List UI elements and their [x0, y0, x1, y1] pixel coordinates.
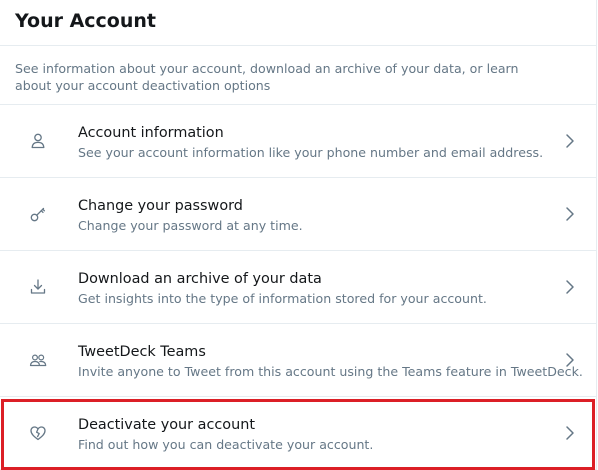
deactivate-account-item[interactable]: Deactivate your account Find out how you…: [0, 397, 596, 470]
item-description: Invite anyone to Tweet from this account…: [78, 364, 583, 379]
key-icon: [29, 205, 47, 223]
broken-heart-icon: [29, 424, 47, 442]
item-title: Deactivate your account: [78, 417, 255, 433]
item-title: Download an archive of your data: [78, 271, 322, 287]
tweetdeck-teams-item[interactable]: TweetDeck Teams Invite anyone to Tweet f…: [0, 324, 596, 397]
page-title: Your Account: [15, 9, 156, 32]
item-description: See your account information like your p…: [78, 145, 544, 160]
chevron-right-icon: [565, 279, 575, 295]
item-description: Find out how you can deactivate your acc…: [78, 437, 374, 452]
download-icon: [29, 278, 47, 296]
item-description: Get insights into the type of informatio…: [78, 291, 487, 306]
intro-text: See information about your account, down…: [0, 46, 596, 105]
item-description: Change your password at any time.: [78, 218, 303, 233]
account-settings-panel: Your Account See information about your …: [0, 0, 597, 470]
person-icon: [29, 132, 47, 150]
item-title: TweetDeck Teams: [78, 344, 206, 360]
panel-header: Your Account: [0, 0, 596, 46]
chevron-right-icon: [565, 206, 575, 222]
chevron-right-icon: [565, 133, 575, 149]
change-password-item[interactable]: Change your password Change your passwor…: [0, 178, 596, 251]
download-archive-item[interactable]: Download an archive of your data Get ins…: [0, 251, 596, 324]
people-icon: [29, 351, 47, 369]
account-information-item[interactable]: Account information See your account inf…: [0, 105, 596, 178]
item-title: Account information: [78, 125, 224, 141]
chevron-right-icon: [565, 425, 575, 441]
item-title: Change your password: [78, 198, 243, 214]
chevron-right-icon: [565, 352, 575, 368]
